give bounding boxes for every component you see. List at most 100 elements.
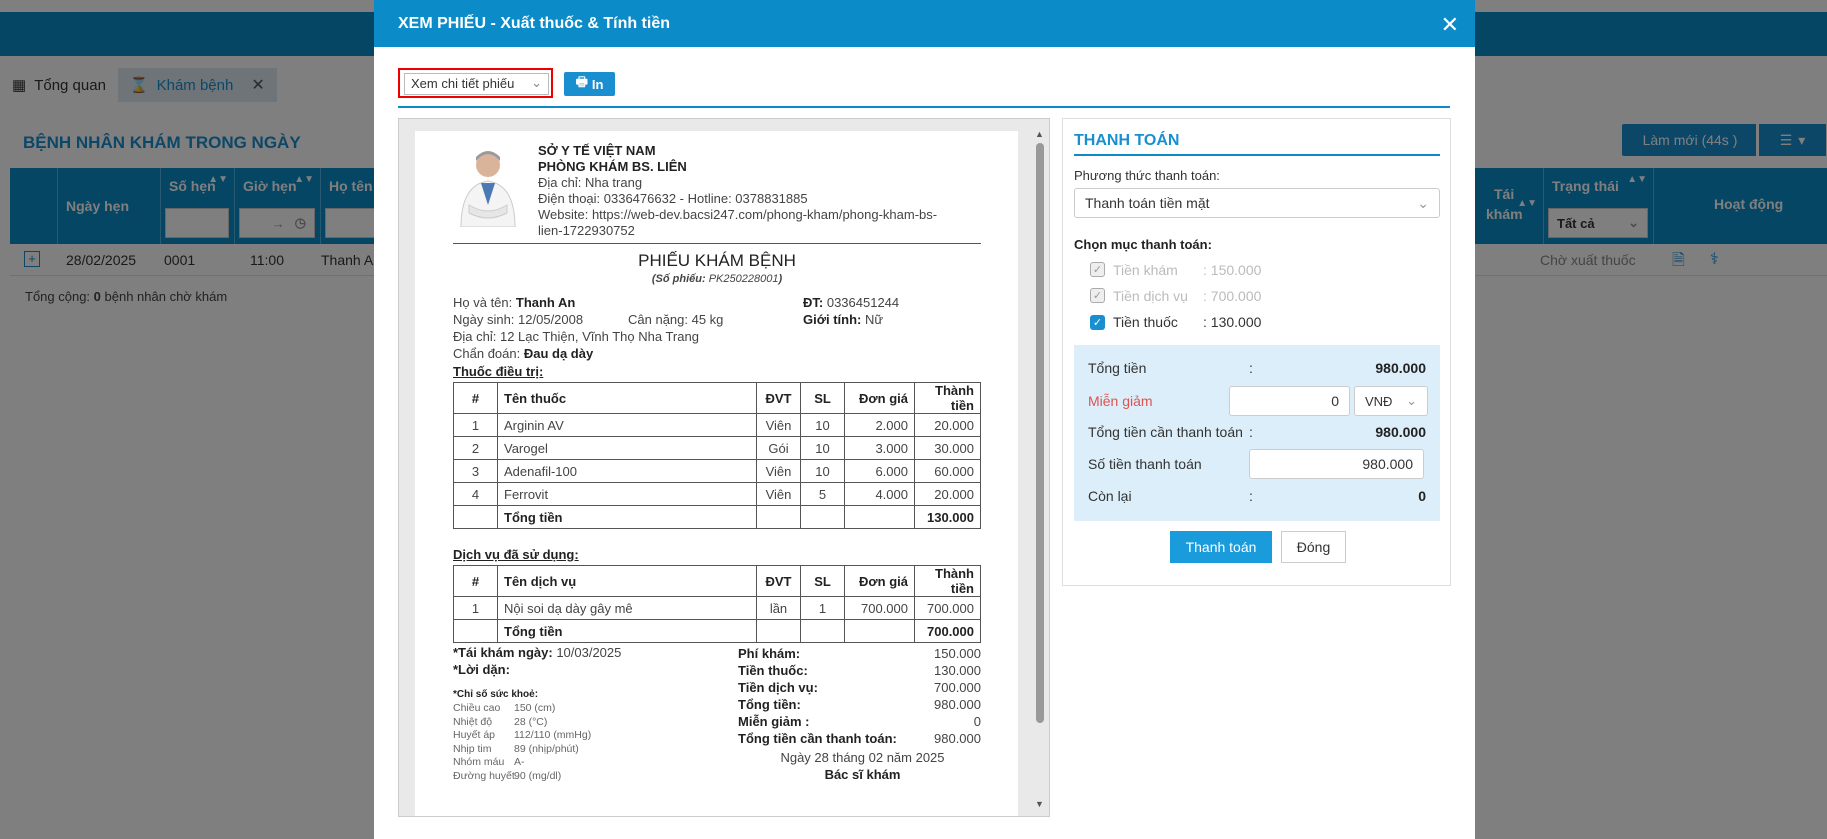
item-amount: : 150.000 bbox=[1203, 262, 1262, 278]
remain-label: Còn lại bbox=[1088, 488, 1132, 504]
need-value: 980.000 bbox=[1375, 424, 1426, 440]
health-label: Nhóm máu bbox=[453, 756, 505, 768]
table-cell bbox=[453, 619, 498, 643]
health-value: 150 (cm) bbox=[514, 702, 556, 714]
items-label: Chọn mục thanh toán: bbox=[1074, 237, 1212, 252]
table-cell bbox=[756, 505, 801, 529]
scroll-thumb[interactable] bbox=[1036, 143, 1044, 723]
scroll-down-icon[interactable]: ▼ bbox=[1035, 799, 1044, 809]
discount-label: Miễn giảm bbox=[1088, 393, 1153, 409]
table-cell: Nội soi dạ dày gây mê bbox=[497, 596, 757, 620]
currency-select[interactable]: VNĐ ⌄ bbox=[1354, 386, 1428, 416]
need-label: Tổng tiền cần thanh toán bbox=[1088, 424, 1243, 440]
table-cell: 60.000 bbox=[914, 459, 981, 483]
table-cell bbox=[844, 505, 915, 529]
fee-row: Phí khám: 150.000 bbox=[738, 645, 981, 662]
checkbox-exam-fee[interactable]: ✓ bbox=[1090, 262, 1105, 277]
services-title: Dịch vụ đã sử dụng: bbox=[453, 547, 579, 562]
table-cell: lần bbox=[756, 596, 801, 620]
fee-value: 980.000 bbox=[934, 731, 981, 746]
table-header-row: # Tên thuốc ĐVT SL Đơn giá Thành tiền bbox=[453, 382, 981, 414]
table-cell bbox=[453, 505, 498, 529]
fee-label: Miễn giảm : bbox=[738, 714, 810, 729]
remain-value: 0 bbox=[1418, 488, 1426, 504]
health-value: 28 (°C) bbox=[514, 715, 548, 728]
table-total-row: Tổng tiền 700.000 bbox=[453, 619, 981, 643]
table-cell bbox=[800, 505, 845, 529]
table-cell: 1 bbox=[453, 413, 498, 437]
pay-button[interactable]: Thanh toán bbox=[1170, 531, 1272, 563]
slip-website: Website: https://web-dev.bacsi247.com/ph… bbox=[538, 207, 938, 222]
patient-phone: 0336451244 bbox=[826, 295, 900, 310]
item-amount: : 130.000 bbox=[1203, 314, 1262, 330]
discount-input[interactable]: 0 bbox=[1229, 386, 1350, 416]
total-value: 980.000 bbox=[1375, 360, 1426, 376]
fees-list: Phí khám: 150.000 Tiền thuốc: 130.000 Tiền d… bbox=[738, 645, 981, 747]
table-row: 1 Nội soi dạ dày gây mê lần 1 700.000 700.000 bbox=[453, 596, 981, 620]
fee-value: 150.000 bbox=[934, 646, 981, 661]
modal-header: XEM PHIẾU - Xuất thuốc & Tính tiền ✕ bbox=[374, 0, 1475, 47]
scroll-up-icon[interactable]: ▲ bbox=[1035, 129, 1044, 139]
table-cell: 3.000 bbox=[844, 436, 915, 460]
table-header-cell: # bbox=[453, 565, 498, 597]
view-mode-select[interactable]: Xem chi tiết phiếu ⌄ bbox=[404, 73, 549, 95]
print-button[interactable]: 🖶 In bbox=[564, 72, 615, 96]
payment-title: THANH TOÁN bbox=[1074, 132, 1440, 156]
patient-name: Thanh An bbox=[515, 295, 576, 310]
fee-label: Tổng tiền cần thanh toán: bbox=[738, 731, 897, 746]
table-total-row: Tổng tiền 130.000 bbox=[453, 505, 981, 529]
table-header-cell: Tên dịch vụ bbox=[497, 565, 757, 597]
slip-paper: SỞ Y TẾ VIỆT NAM PHÒNG KHÁM BS. LIÊN Địa… bbox=[415, 131, 1018, 816]
health-label: Đường huyết bbox=[453, 769, 515, 782]
sign-role: Bác sĩ khám bbox=[824, 767, 901, 782]
health-value: A- bbox=[514, 756, 525, 768]
close-icon[interactable]: ✕ bbox=[1441, 12, 1459, 38]
item-label: Tiền dịch vụ bbox=[1113, 288, 1188, 304]
modal-toolbar: Xem chi tiết phiếu ⌄ 🖶 In bbox=[398, 68, 1450, 108]
health-list: Chiều cao 150 (cm) Nhiệt độ 28 (°C) Huyết áp… bbox=[453, 702, 591, 783]
slip-org: SỞ Y TẾ VIỆT NAM bbox=[538, 143, 656, 158]
table-header-cell: ĐVT bbox=[756, 382, 801, 414]
health-item: Đường huyết 90 (mg/dl) bbox=[453, 770, 591, 784]
checkbox-medicine-fee[interactable]: ✓ bbox=[1090, 315, 1105, 330]
patient-dob: Ngày sinh: 12/05/2008 bbox=[453, 312, 584, 327]
health-value: 90 (mg/dl) bbox=[514, 769, 562, 782]
meds-table: # Tên thuốc ĐVT SL Đơn giá Thành tiền 1 Arginin… bbox=[453, 382, 981, 529]
table-cell: 4 bbox=[453, 482, 498, 506]
table-header-cell: SL bbox=[800, 565, 845, 597]
slip-code: PK250228001 bbox=[708, 273, 779, 285]
fee-row: Tổng tiền: 980.000 bbox=[738, 696, 981, 713]
payment-summary: Tổng tiền : 980.000 Miễn giảm 0 VNĐ ⌄ Tổn… bbox=[1074, 345, 1440, 521]
table-cell: 1 bbox=[800, 596, 845, 620]
table-header-cell: # bbox=[453, 382, 498, 414]
paid-label: Số tiền thanh toán bbox=[1088, 456, 1202, 472]
fee-value: 0 bbox=[973, 714, 981, 729]
paid-amount-input[interactable]: 980.000 bbox=[1249, 449, 1424, 479]
table-cell: 4.000 bbox=[844, 482, 915, 506]
fee-row: Miễn giảm : 0 bbox=[738, 713, 981, 730]
table-header-cell: SL bbox=[800, 382, 845, 414]
health-item: Huyết áp 112/110 (mmHg) bbox=[453, 729, 591, 743]
table-cell: Viên bbox=[756, 413, 801, 437]
fee-row: Tiền dịch vụ: 700.000 bbox=[738, 679, 981, 696]
chevron-down-icon: ⌄ bbox=[531, 75, 542, 90]
slip-preview-frame[interactable]: SỞ Y TẾ VIỆT NAM PHÒNG KHÁM BS. LIÊN Địa… bbox=[398, 118, 1050, 817]
close-button[interactable]: Đóng bbox=[1281, 531, 1346, 563]
table-header-cell: ĐVT bbox=[756, 565, 801, 597]
table-cell: 20.000 bbox=[914, 482, 981, 506]
total-label: Tổng tiền bbox=[497, 619, 757, 643]
table-row: 3 Adenafil-100 Viên 10 6.000 60.000 bbox=[453, 459, 981, 483]
payment-method-select[interactable]: Thanh toán tiền mặt ⌄ bbox=[1074, 188, 1440, 218]
health-value: 112/110 (mmHg) bbox=[514, 729, 592, 741]
health-label: Nhịp tim bbox=[453, 742, 492, 755]
patient-diagnosis: Đau dạ dày bbox=[523, 346, 594, 361]
fee-label: Phí khám: bbox=[738, 646, 801, 661]
highlight-box: Xem chi tiết phiếu ⌄ bbox=[398, 68, 553, 98]
fee-label: Tổng tiền: bbox=[738, 697, 801, 712]
health-label: Huyết áp bbox=[453, 729, 496, 741]
table-cell: Viên bbox=[756, 482, 801, 506]
checkbox-service-fee[interactable]: ✓ bbox=[1090, 288, 1105, 303]
slip-address: Địa chỉ: Nha trang bbox=[538, 175, 643, 190]
view-slip-modal: XEM PHIẾU - Xuất thuốc & Tính tiền ✕ Xem… bbox=[374, 0, 1475, 839]
preview-scrollbar[interactable]: ▲ ▼ bbox=[1033, 129, 1047, 809]
